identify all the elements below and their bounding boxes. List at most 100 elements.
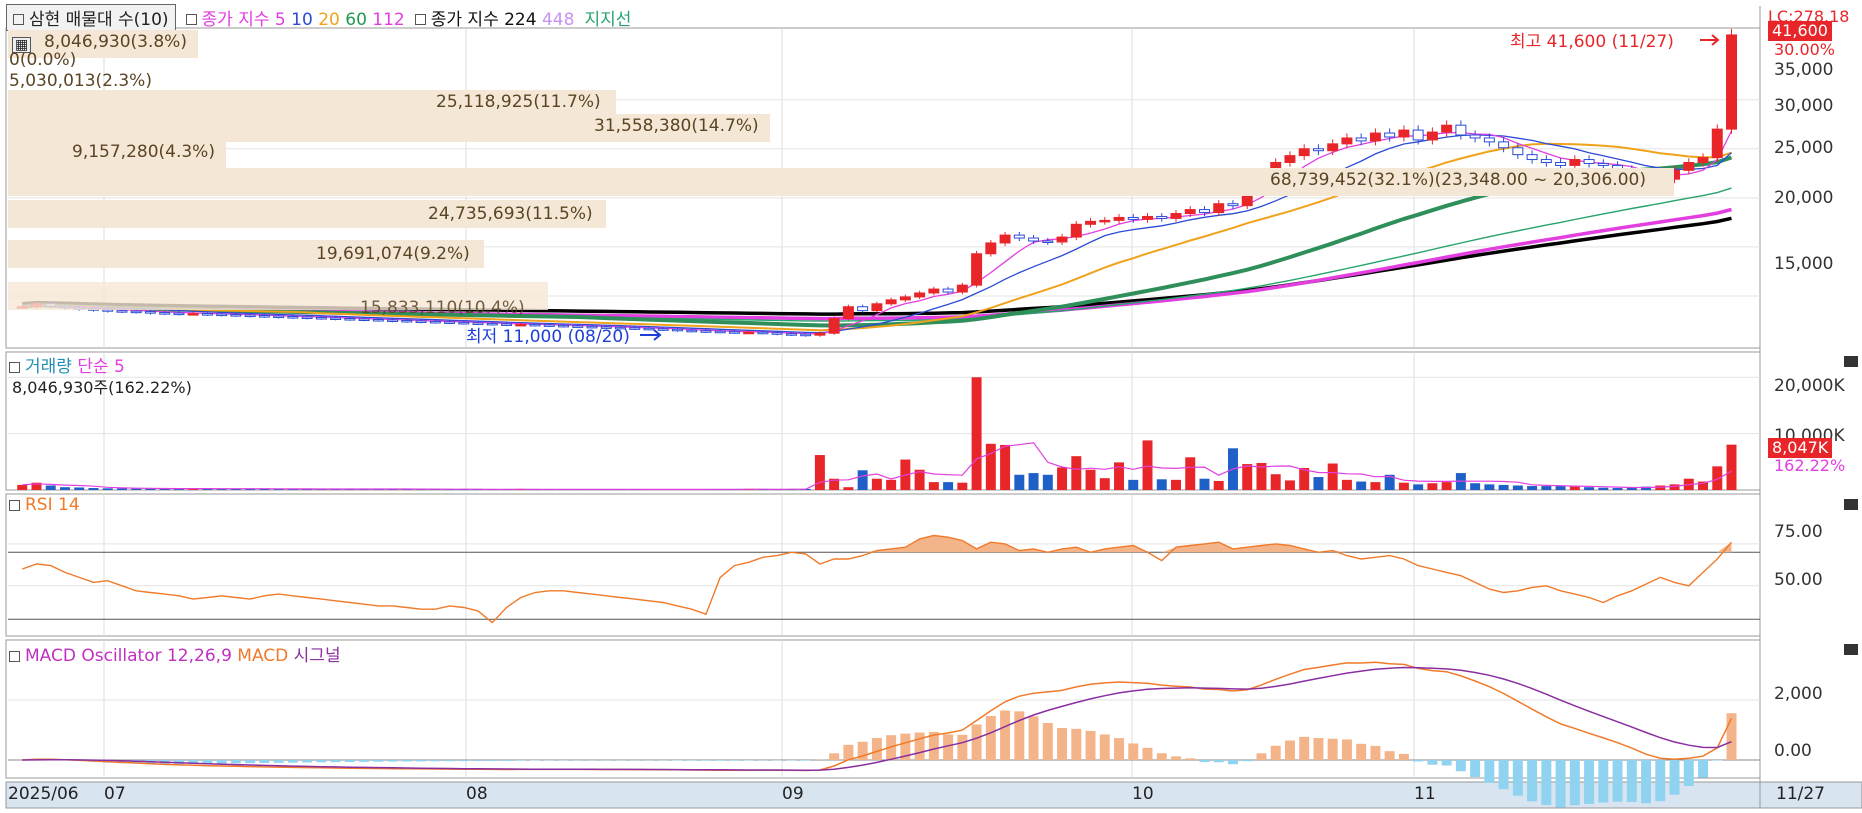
macd-signal-label: 시그널	[293, 646, 341, 666]
candle	[1583, 159, 1595, 164]
macd-oscillator-bar	[1527, 760, 1538, 802]
macd-oscillator-bar	[1327, 738, 1338, 760]
volume-bar	[1085, 469, 1096, 490]
volume-bar	[1128, 479, 1139, 490]
candle	[1726, 34, 1737, 130]
volume-bar	[1569, 486, 1580, 490]
panel-maximize-icon[interactable]	[1844, 356, 1858, 367]
macd-line-label: MACD	[237, 646, 289, 666]
macd-oscillator-bar	[1057, 728, 1068, 760]
volume-bar	[814, 455, 825, 490]
checkbox-icon[interactable]	[9, 650, 20, 662]
candle	[629, 327, 641, 330]
macd-oscillator-bar	[1441, 760, 1452, 766]
candle	[842, 306, 854, 320]
ma-period-20: 20	[318, 9, 340, 30]
ma-period-5: 5	[274, 9, 286, 30]
candle	[828, 318, 840, 334]
volume-profile-label: 24,735,693(11.5%)	[428, 204, 593, 224]
candle	[757, 331, 769, 335]
candle	[857, 306, 869, 312]
chart-title-button[interactable]: 삼현 매물대 수(10)	[6, 3, 176, 31]
macd-oscillator-bar	[1028, 716, 1039, 760]
macd-oscillator-bar	[1626, 760, 1637, 803]
macd-oscillator-bar	[1099, 734, 1110, 760]
candle	[871, 303, 883, 312]
candle	[1013, 234, 1025, 239]
macd-oscillator-bar	[1256, 753, 1267, 760]
macd-oscillator-bar	[1341, 739, 1352, 760]
macd-oscillator-bar	[1427, 760, 1438, 765]
volume-bar	[17, 484, 28, 490]
macd-oscillator-bar	[1398, 753, 1409, 760]
macd-oscillator-bar	[302, 760, 313, 763]
candle	[800, 333, 812, 337]
candle	[643, 327, 655, 331]
high-price-label: 최고 41,600 (11/27)	[1510, 32, 1674, 52]
rsi-legend[interactable]: RSI 14	[9, 495, 80, 515]
rsi-tick: 75.00	[1774, 522, 1823, 542]
volume-bar	[1612, 488, 1623, 490]
candle	[1341, 137, 1353, 145]
candle	[216, 313, 228, 317]
panel-maximize-icon[interactable]	[1844, 499, 1858, 510]
macd-oscillator-bar	[1313, 738, 1324, 760]
candle	[1398, 129, 1410, 138]
candle	[657, 328, 669, 331]
macd-oscillator-bar	[1598, 760, 1609, 803]
macd-legend[interactable]: MACD Oscillator 12,26,9 MACD 시그널	[9, 641, 341, 666]
volume-bar	[843, 487, 854, 490]
volume-bar	[88, 488, 99, 490]
x-axis-bar	[5, 781, 1761, 809]
macd-oscillator-bar	[1569, 760, 1580, 806]
macd-oscillator-bar	[1683, 760, 1694, 787]
checkbox-icon[interactable]	[414, 14, 426, 25]
candle	[700, 330, 712, 333]
checkbox-icon[interactable]	[13, 14, 24, 25]
volume-info: 8,046,930주(162.22%)	[12, 378, 192, 397]
macd-oscillator-bar	[373, 760, 384, 762]
macd-oscillator-bar	[1071, 728, 1082, 760]
candle	[1569, 159, 1581, 166]
x-axis-label: 09	[782, 784, 804, 804]
volume-bar	[1398, 482, 1409, 490]
volume-bar	[1470, 483, 1481, 490]
macd-oscillator-bar	[1455, 760, 1466, 772]
macd-oscillator-bar	[843, 744, 854, 760]
volume-bar	[1028, 473, 1039, 490]
checkbox-icon[interactable]	[9, 499, 20, 511]
candle	[1555, 161, 1567, 166]
macd-oscillator-bar	[700, 760, 711, 761]
checkbox-icon[interactable]	[185, 14, 197, 25]
candle	[358, 318, 370, 321]
ma-period-112: 112	[372, 9, 405, 30]
rsi-tick: 50.00	[1774, 570, 1823, 590]
volume-bar	[59, 487, 70, 490]
candle	[244, 314, 256, 318]
macd-oscillator-bar	[273, 760, 284, 763]
macd-oscillator-bar	[1498, 760, 1509, 790]
legend-ma[interactable]: 종가 지수 5 10 20 60 112	[185, 5, 405, 30]
panel-maximize-icon[interactable]	[1844, 644, 1858, 655]
candle	[401, 319, 413, 323]
macd-oscillator-bar	[672, 760, 683, 761]
volume-profile-label: 19,691,074(9.2%)	[316, 244, 470, 264]
macd-oscillator-bar	[216, 760, 227, 764]
price-tick: 30,000	[1774, 96, 1834, 116]
macd-oscillator-bar	[359, 760, 370, 762]
price-tick: 35,000	[1774, 60, 1834, 80]
candle	[116, 310, 128, 313]
legend-ma2[interactable]: 종가 지수 224 448	[414, 5, 574, 30]
volume-bar	[1541, 486, 1552, 490]
volume-bar	[1413, 484, 1424, 490]
candle	[1327, 143, 1339, 152]
candle	[1498, 141, 1510, 149]
candle	[899, 296, 911, 301]
candle	[315, 317, 327, 320]
x-axis-label: 07	[104, 784, 126, 804]
chart-title: 삼현 매물대 수(10)	[29, 9, 169, 30]
price-tick: 20,000	[1774, 188, 1834, 208]
checkbox-icon[interactable]	[9, 361, 20, 373]
macd-oscillator-bar	[316, 760, 327, 763]
macd-oscillator-bar	[1000, 710, 1011, 760]
